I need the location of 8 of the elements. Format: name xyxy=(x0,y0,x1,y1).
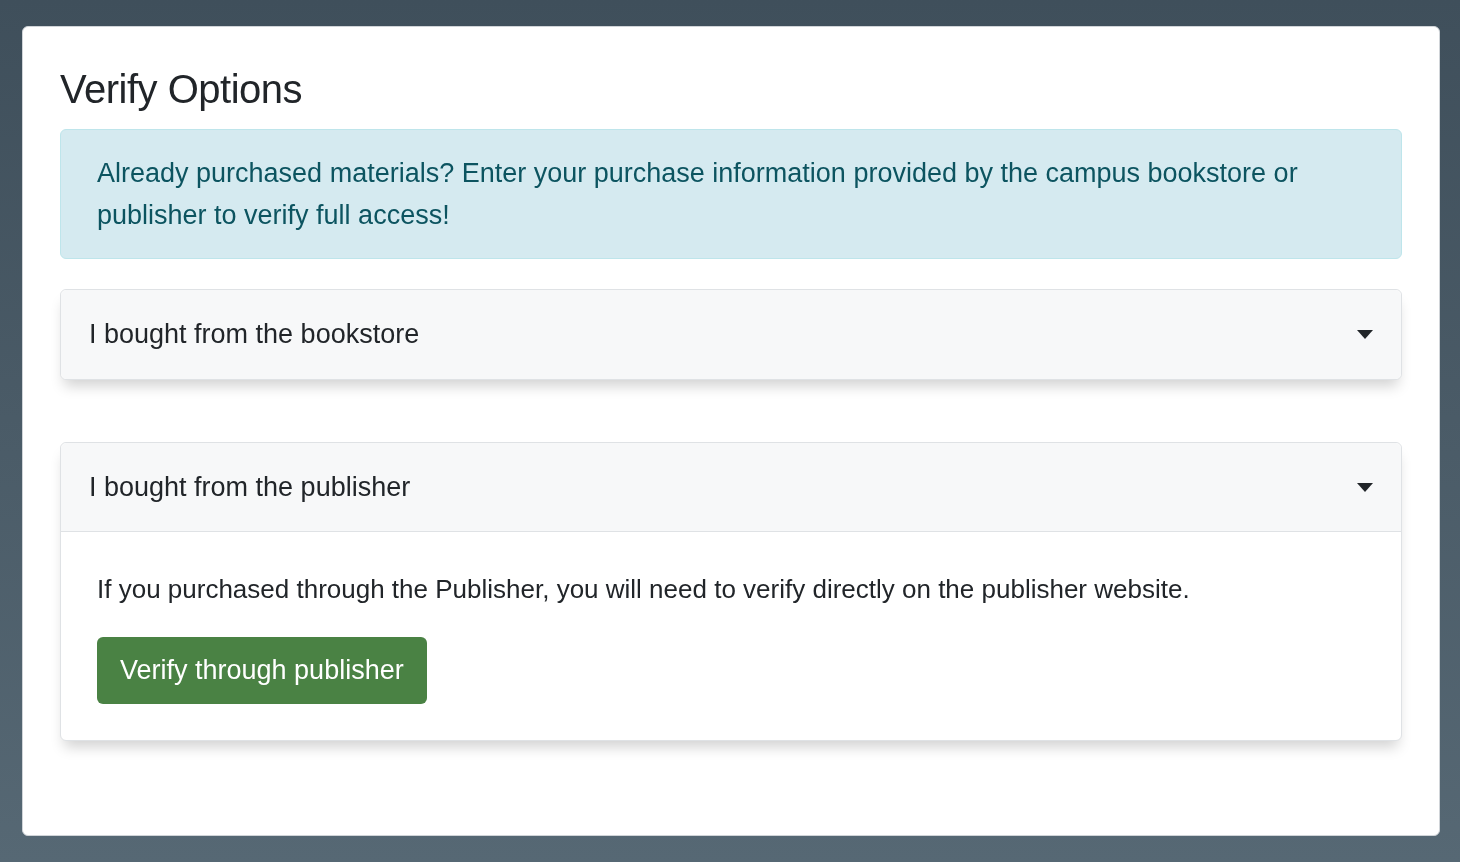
panel-text: If you purchased through the Publisher, you will need to verify directly on the publisher website. xyxy=(97,573,1191,606)
modal-title: Verify Options xyxy=(60,66,303,113)
verify-button[interactable]: Verify through publisher xyxy=(97,637,427,704)
accordion-header[interactable]: I bought from the bookstore xyxy=(61,290,1401,379)
accordion-header[interactable]: I bought from the publisher xyxy=(61,443,1401,532)
caret-icon xyxy=(1357,482,1373,492)
info-alert: Already purchased materials? Enter your purchase information provided by the campus bookstore or publisher to verify full access! xyxy=(60,129,1402,259)
caret-icon xyxy=(1357,330,1373,339)
